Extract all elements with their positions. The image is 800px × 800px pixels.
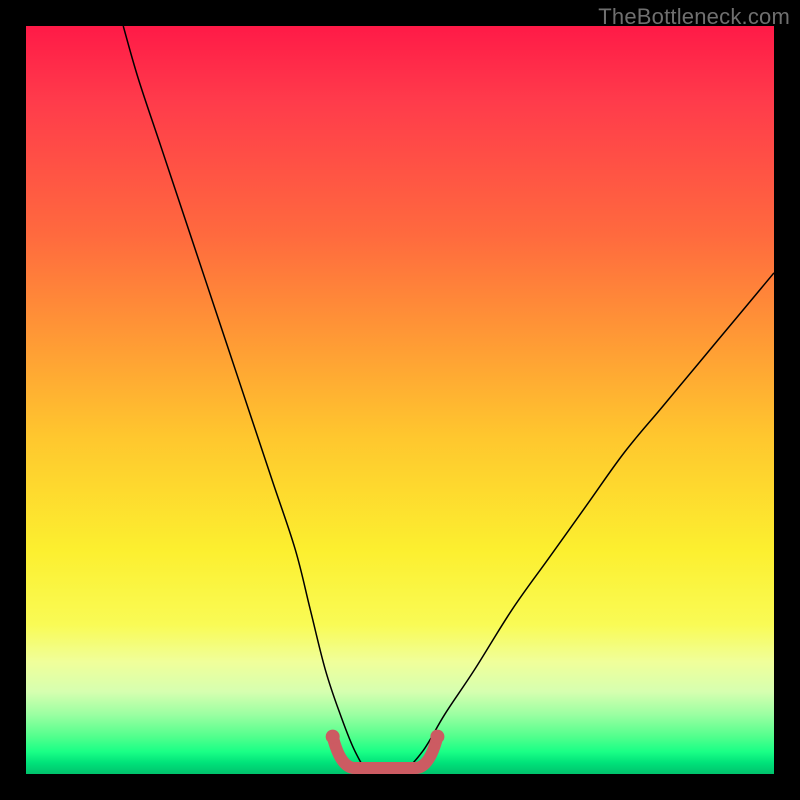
highlight-end-left: [326, 730, 340, 744]
plot-area: [26, 26, 774, 774]
highlight-end-right: [430, 730, 444, 744]
watermark-text: TheBottleneck.com: [598, 4, 790, 30]
bottleneck-curve: [123, 26, 774, 774]
chart-overlay: [26, 26, 774, 774]
